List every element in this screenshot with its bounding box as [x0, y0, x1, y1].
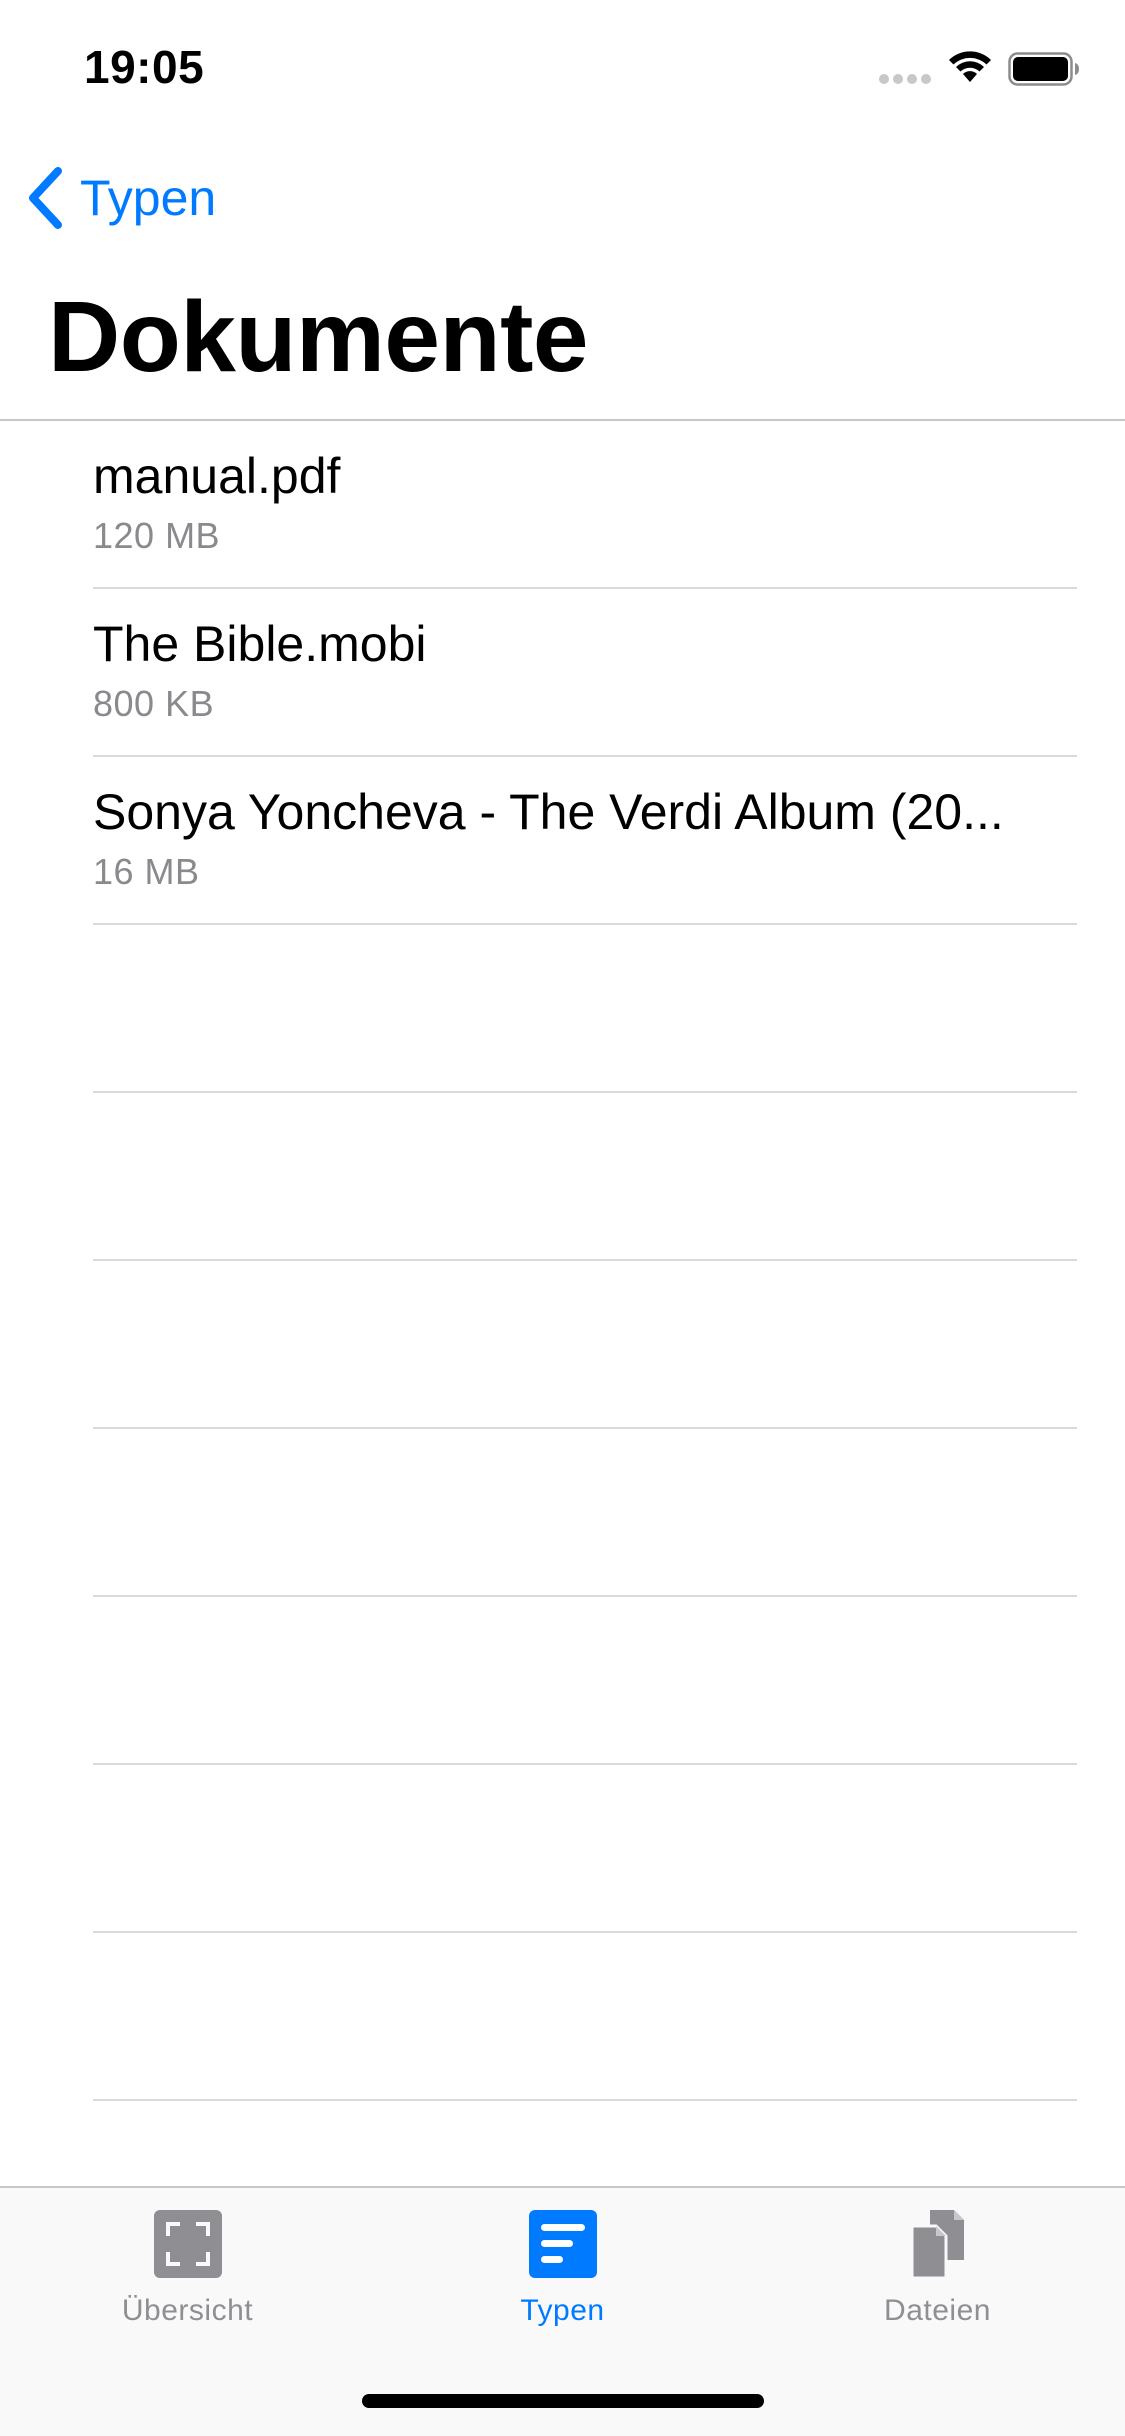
tab-files-label: Dateien [884, 2294, 991, 2327]
file-name: manual.pdf [93, 448, 341, 504]
empty-row [0, 1429, 1125, 1597]
files-icon [910, 2210, 964, 2280]
file-size: 800 KB [93, 683, 215, 724]
page-title: Dokumente [48, 281, 589, 393]
back-button[interactable]: Typen [24, 162, 216, 234]
empty-row [0, 1597, 1125, 1765]
tab-types[interactable]: Typen [375, 2208, 750, 2348]
chevron-left-icon [29, 167, 62, 229]
status-time: 19:05 [84, 41, 205, 93]
empty-row [0, 925, 1125, 1093]
list-item[interactable]: manual.pdf 120 MB [0, 421, 1125, 589]
status-bar: 19:05 [0, 0, 1125, 132]
file-size: 120 MB [93, 515, 221, 556]
document-list: manual.pdf 120 MB The Bible.mobi 800 KB … [0, 421, 1125, 2101]
tab-types-label: Typen [520, 2294, 605, 2327]
file-size: 16 MB [93, 851, 200, 892]
list-item[interactable]: Sonya Yoncheva - The Verdi Album (20... … [0, 757, 1125, 925]
types-icon [528, 2210, 597, 2278]
tab-overview-label: Übersicht [121, 2294, 254, 2327]
back-button-label: Typen [80, 170, 217, 226]
row-separator [93, 2099, 1077, 2101]
empty-row [0, 1933, 1125, 2101]
tab-overview[interactable]: Übersicht [0, 2208, 375, 2348]
empty-row [0, 1765, 1125, 1933]
overview-icon [153, 2210, 222, 2278]
battery-icon [1008, 52, 1079, 86]
file-name: Sonya Yoncheva - The Verdi Album (20... [93, 784, 1004, 840]
wifi-icon [949, 51, 991, 82]
file-name: The Bible.mobi [93, 616, 427, 672]
home-indicator[interactable] [362, 2394, 764, 2408]
cellular-signal-icon [879, 74, 933, 84]
empty-row [0, 1093, 1125, 1261]
tab-files[interactable]: Dateien [750, 2208, 1125, 2348]
list-item[interactable]: The Bible.mobi 800 KB [0, 589, 1125, 757]
empty-row [0, 1261, 1125, 1429]
